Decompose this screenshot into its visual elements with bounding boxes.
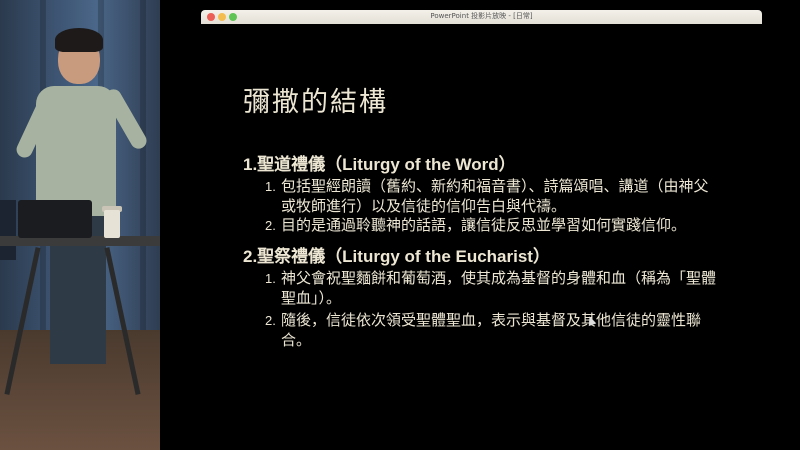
window-title: PowerPoint 投影片放映 - [日常] bbox=[430, 12, 533, 20]
coffee-cup bbox=[104, 210, 120, 238]
slide-title: 彌撒的結構 bbox=[243, 87, 388, 118]
window-titlebar: PowerPoint 投影片放映 - [日常] bbox=[201, 10, 762, 24]
list-item: 1. 包括聖經朗讀（舊約、新約和福音書）、詩篇頌唱、講道（由神父或牧師進行）以及信… bbox=[265, 177, 725, 217]
item-number: 1. bbox=[265, 271, 276, 286]
presenter-camera-feed bbox=[0, 0, 160, 450]
slide[interactable]: 彌撒的結構 1.聖道禮儀（Liturgy of the Word） 1. 包括聖經… bbox=[201, 24, 762, 444]
item-number: 1. bbox=[265, 179, 276, 194]
presenter-hair bbox=[55, 28, 103, 52]
section-heading: 2.聖祭禮儀（Liturgy of the Eucharist） bbox=[243, 247, 550, 266]
item-number: 2. bbox=[265, 218, 276, 233]
curtain-fold bbox=[140, 0, 146, 340]
list-item: 1. 神父會祝聖麵餅和葡萄酒，使其成為基督的身體和血（稱為「聖體聖血」）。 bbox=[265, 269, 725, 309]
item-text: 隨後，信徒依次領受聖體聖血，表示與基督及其他信徒的靈性聯合。 bbox=[281, 312, 702, 349]
item-text: 包括聖經朗讀（舊約、新約和福音書）、詩篇頌唱、講道（由神父或牧師進行）以及信徒的… bbox=[281, 178, 709, 215]
list-item: 2. 目的是通過聆聽神的話語，讓信徒反思並學習如何實踐信仰。 bbox=[265, 216, 725, 236]
item-number: 2. bbox=[265, 313, 276, 328]
presenter-body bbox=[36, 86, 116, 216]
laptop bbox=[18, 200, 92, 238]
list-item: 2. 隨後，信徒依次領受聖體聖血，表示與基督及其他信徒的靈性聯合。 bbox=[265, 311, 725, 351]
item-text: 目的是通過聆聽神的話語，讓信徒反思並學習如何實踐信仰。 bbox=[281, 217, 687, 234]
shadow bbox=[0, 200, 16, 260]
item-text: 神父會祝聖麵餅和葡萄酒，使其成為基督的身體和血（稱為「聖體聖血」）。 bbox=[281, 270, 717, 307]
section-heading: 1.聖道禮儀（Liturgy of the Word） bbox=[243, 155, 516, 174]
